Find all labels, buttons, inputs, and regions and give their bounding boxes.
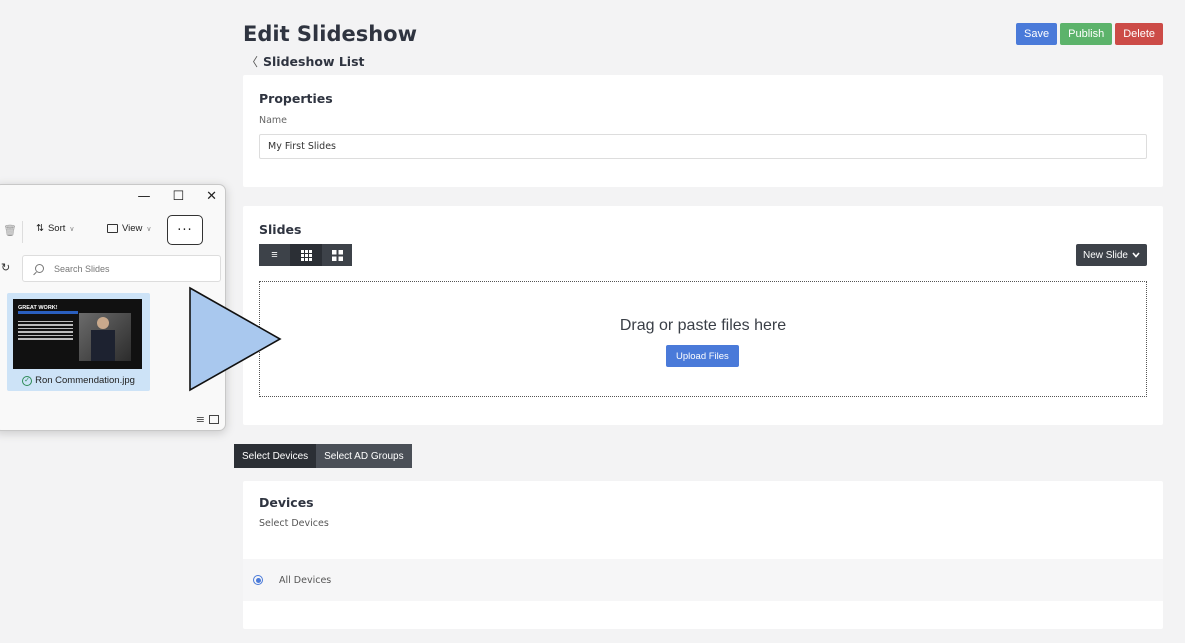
view-icon <box>107 224 118 233</box>
grid-small-icon <box>300 249 312 261</box>
device-option-row[interactable]: All Devices <box>243 559 1163 601</box>
new-slide-button[interactable]: New Slide <box>1075 244 1147 266</box>
file-item[interactable]: GREAT WORK! ✓ Ron Commendation.jpg <box>7 293 150 391</box>
thumbnail-photo <box>79 313 131 361</box>
delete-button[interactable]: Delete <box>1115 23 1163 45</box>
view-button[interactable]: View ∨ <box>107 223 152 234</box>
top-actions: Save Publish Delete <box>1016 23 1163 45</box>
properties-heading: Properties <box>259 91 333 106</box>
drag-arrow-icon <box>189 286 282 392</box>
file-name: ✓ Ron Commendation.jpg <box>7 375 150 386</box>
delete-icon[interactable]: 🗑 <box>3 224 17 237</box>
search-icon <box>35 264 44 273</box>
save-button[interactable]: Save <box>1016 23 1058 45</box>
new-slide-label: New Slide <box>1082 249 1128 261</box>
list-view-button[interactable]: ≡ <box>259 244 290 266</box>
explorer-toolbar: 🗑 ⇅ Sort ∨ View ∨ ··· <box>0 215 225 249</box>
search-placeholder: Search Slides <box>54 263 110 274</box>
back-link-label: Slideshow List <box>263 54 365 69</box>
address-row: ↻ Search Slides <box>0 255 225 283</box>
file-name-label: Ron Commendation.jpg <box>35 375 135 386</box>
sort-label: Sort <box>47 223 66 234</box>
close-button[interactable]: ✕ <box>206 189 217 205</box>
details-view-icon[interactable]: ≡ <box>196 413 205 426</box>
publish-button[interactable]: Publish <box>1060 23 1113 45</box>
layout-switcher: ≡ <box>196 413 219 426</box>
refresh-icon[interactable]: ↻ <box>1 261 10 274</box>
upload-files-button[interactable]: Upload Files <box>666 345 739 367</box>
devices-heading: Devices <box>259 495 314 510</box>
target-selector-tabs: Select Devices Select AD Groups <box>234 444 412 468</box>
all-devices-radio[interactable] <box>253 575 263 585</box>
list-icon: ≡ <box>271 249 278 261</box>
grid-large-view-button[interactable] <box>321 244 352 266</box>
file-thumbnail: GREAT WORK! <box>13 299 142 369</box>
chevron-down-icon: ∨ <box>146 225 152 233</box>
tab-select-ad-groups[interactable]: Select AD Groups <box>316 444 412 468</box>
chevron-down-icon <box>1132 252 1140 258</box>
dropzone-text: Drag or paste files here <box>619 317 787 334</box>
maximize-button[interactable]: ☐ <box>172 189 184 205</box>
devices-card: Devices Select Devices All Devices <box>243 481 1163 629</box>
chevron-down-icon: ∨ <box>69 225 75 233</box>
name-input[interactable] <box>259 134 1147 159</box>
thumbnail-text-lines <box>18 321 73 342</box>
slides-card: Slides ≡ New Slide Drag or paste files h… <box>243 206 1163 425</box>
slides-heading: Slides <box>259 222 302 237</box>
search-input[interactable]: Search Slides <box>22 255 221 282</box>
back-link[interactable]: 〈 Slideshow List <box>246 53 365 70</box>
window-controls: — ☐ ✕ <box>137 189 217 205</box>
grid-large-icon <box>331 249 343 261</box>
toolbar-divider <box>22 221 23 243</box>
more-options-button[interactable]: ··· <box>167 215 203 245</box>
minimize-button[interactable]: — <box>137 189 150 205</box>
grid-small-view-button[interactable] <box>290 244 321 266</box>
sort-icon: ⇅ <box>36 223 44 234</box>
thumbnail-subtitle-bar <box>18 311 78 314</box>
file-dropzone[interactable]: Drag or paste files here Upload Files <box>259 281 1147 397</box>
sync-check-icon: ✓ <box>22 375 33 386</box>
tab-select-devices[interactable]: Select Devices <box>234 444 317 468</box>
name-label: Name <box>259 115 288 126</box>
chevron-left-icon: 〈 <box>246 55 259 69</box>
sort-button[interactable]: ⇅ Sort ∨ <box>36 223 75 234</box>
all-devices-label: All Devices <box>279 574 332 586</box>
properties-card: Properties Name <box>243 75 1163 187</box>
view-label: View <box>122 223 143 234</box>
page-title: Edit Slideshow <box>243 22 417 46</box>
devices-subheading: Select Devices <box>259 518 329 529</box>
view-toggle: ≡ <box>259 244 352 266</box>
tiles-view-icon[interactable] <box>209 415 219 424</box>
